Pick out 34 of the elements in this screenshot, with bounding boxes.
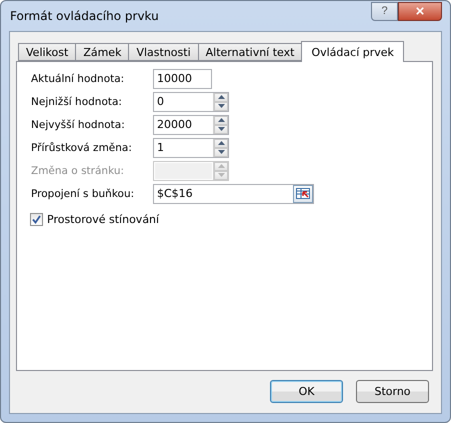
field-label: Aktuální hodnota: [31,72,126,84]
help-button[interactable]: ? [371,2,398,20]
field-label: Změna o stránku: [31,164,126,176]
tab[interactable]: Velikost [18,43,76,61]
field-value: 10000 [156,72,193,85]
down-arrow-icon[interactable] [218,104,224,108]
field-label: Propojení s buňkou: [31,188,136,200]
input-field[interactable]: 0 [153,92,229,112]
tab[interactable]: Vlastnosti [128,43,199,61]
input-field[interactable]: 1 [153,138,229,158]
tab[interactable]: Alternativní text [198,43,302,61]
tab[interactable]: Zámek [75,43,130,61]
field-value: $C$16 [156,187,194,200]
window-title: Formát ovládacího prvku [9,9,160,23]
up-arrow-icon[interactable] [218,141,224,145]
input-field[interactable]: 20000 [153,114,229,134]
input-field[interactable]: $C$16 [153,184,314,204]
up-arrow-icon[interactable] [218,118,224,122]
down-arrow-icon[interactable] [218,127,224,131]
field-value: 0 [156,95,165,108]
field-label: Nejnižší hodnota: [31,96,123,108]
field-value: 20000 [156,118,193,131]
dialog-button[interactable]: Storno [356,380,429,403]
collapse-dialog-button[interactable] [293,184,313,202]
field-label: Přírůstková změna: [31,142,133,154]
down-arrow-icon[interactable] [218,150,224,154]
input-field[interactable]: 10000 [153,68,212,88]
dialog-button[interactable]: OK [270,380,343,403]
tab[interactable]: Ovládací prvek [301,41,404,62]
field-label: Nejvyšší hodnota: [31,118,126,130]
up-arrow-icon[interactable] [218,95,224,99]
checkbox-label: Prostorové stínování [47,213,160,226]
field-value: 1 [156,141,165,154]
checkbox[interactable] [30,213,43,226]
